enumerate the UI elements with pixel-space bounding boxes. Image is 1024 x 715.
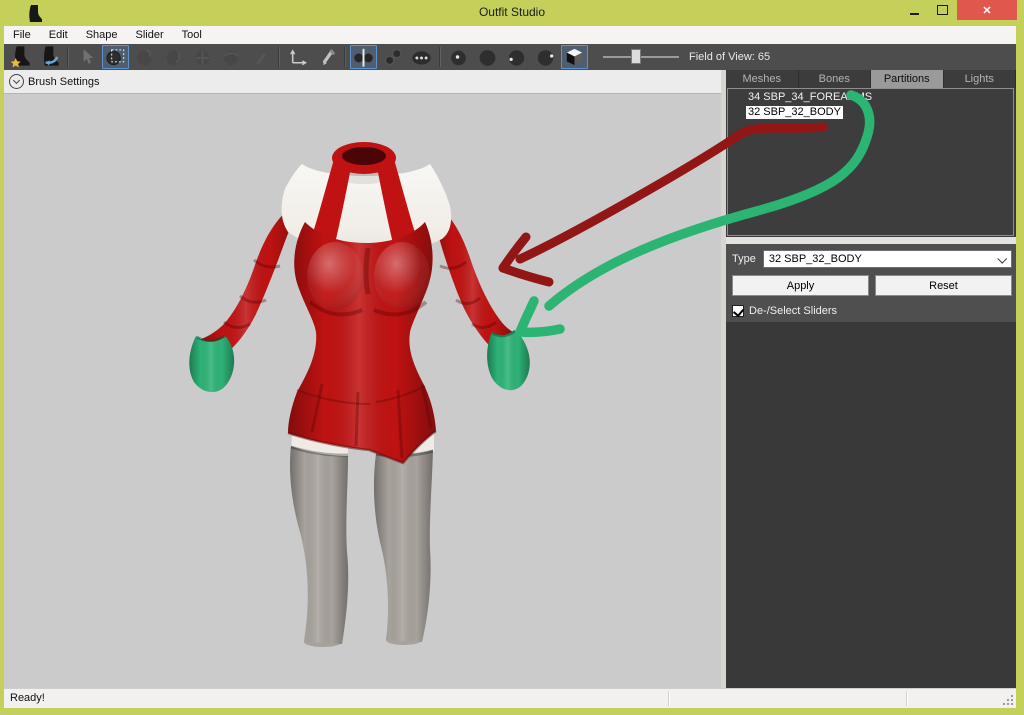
brush-focus-button[interactable] — [503, 45, 530, 69]
type-label: Type — [732, 253, 756, 265]
select-tool-button[interactable] — [73, 45, 100, 69]
reset-button[interactable]: Reset — [875, 275, 1012, 296]
panel-empty-area — [726, 322, 1016, 688]
type-dropdown-value: 32 SBP_32_BODY — [768, 253, 862, 265]
mask-brush-icon — [106, 49, 125, 66]
fov-slider-track — [603, 56, 679, 58]
brush-strength-icon — [479, 50, 496, 66]
mask-brush-button[interactable] — [102, 45, 129, 69]
right-panel: Meshes Bones Partitions Lights 34 SBP_34… — [726, 70, 1016, 688]
tab-meshes[interactable]: Meshes — [726, 70, 798, 88]
perspective-cube-icon — [566, 48, 583, 66]
window-title: Outfit Studio — [478, 5, 546, 19]
smooth-brush-button[interactable] — [218, 45, 245, 69]
global-brush-icon — [412, 51, 431, 65]
apply-button[interactable]: Apply — [732, 275, 869, 296]
move-brush-icon — [195, 50, 210, 66]
paint-brush-icon — [255, 50, 269, 65]
status-divider — [906, 691, 908, 706]
brush-focus-icon — [508, 50, 525, 66]
fov-label: Field of View: 65 — [689, 51, 771, 63]
partition-item-forearms[interactable]: 34 SBP_34_FOREARMS — [746, 91, 874, 104]
menu-bar: File Edit Shape Slider Tool — [4, 26, 1016, 44]
new-project-icon — [10, 46, 30, 68]
minimize-button[interactable] — [901, 0, 927, 20]
connected-vertices-icon — [385, 49, 402, 65]
brush-strength-button[interactable] — [474, 45, 501, 69]
pen-icon — [322, 49, 335, 66]
brush-spacing-button[interactable] — [532, 45, 559, 69]
menu-item-edit[interactable]: Edit — [40, 26, 77, 44]
tab-bones[interactable]: Bones — [798, 70, 870, 88]
deflate-brush-button[interactable] — [160, 45, 187, 69]
toolbar: Field of View: 65 — [4, 44, 1016, 70]
minimize-icon — [909, 13, 919, 15]
pivot-tool-button[interactable] — [313, 45, 340, 69]
chevron-down-icon — [9, 74, 24, 89]
resize-grip[interactable] — [1003, 695, 1014, 706]
x-mirror-button[interactable] — [350, 45, 377, 69]
titlebar[interactable]: Outfit Studio ✕ — [0, 0, 1024, 26]
select-sliders-label: De-/Select Sliders — [749, 305, 838, 317]
menu-item-tool[interactable]: Tool — [173, 26, 211, 44]
chevron-down-icon — [997, 253, 1008, 264]
status-text: Ready! — [10, 692, 45, 704]
brush-settings-header[interactable]: Brush Settings — [4, 70, 721, 94]
perspective-toggle-button[interactable] — [561, 45, 588, 69]
global-brush-button[interactable] — [408, 45, 435, 69]
list-splitter[interactable] — [726, 237, 1016, 244]
fov-slider-thumb[interactable] — [631, 49, 641, 64]
new-project-button[interactable] — [7, 45, 34, 69]
select-sliders-checkbox[interactable] — [732, 305, 744, 317]
neck-opening — [342, 147, 386, 165]
status-divider — [668, 691, 670, 706]
toolbar-separator — [67, 47, 69, 67]
transform-tool-button[interactable] — [284, 45, 311, 69]
close-icon: ✕ — [982, 4, 992, 17]
viewport-canvas[interactable]: Brush Settings — [4, 70, 721, 688]
outfit-studio-window: Outfit Studio ✕ File Edit Shape Slider T… — [0, 0, 1024, 715]
close-button[interactable]: ✕ — [957, 0, 1017, 20]
fov-slider[interactable] — [603, 49, 679, 65]
brush-settings-label: Brush Settings — [28, 75, 100, 88]
tab-partitions[interactable]: Partitions — [871, 70, 943, 88]
edit-connected-button[interactable] — [379, 45, 406, 69]
character-model — [189, 142, 530, 647]
brush-size-icon — [451, 50, 466, 66]
type-dropdown[interactable]: 32 SBP_32_BODY — [762, 250, 1012, 268]
paint-brush-button[interactable] — [247, 45, 274, 69]
main-area: Brush Settings Meshes Bones Partitions L… — [4, 70, 1016, 688]
partition-item-body[interactable]: 32 SBP_32_BODY — [746, 106, 843, 119]
panel-tabs: Meshes Bones Partitions Lights — [726, 70, 1016, 88]
transform-axes-icon — [290, 49, 308, 66]
mirror-icon — [354, 48, 373, 67]
status-bar: Ready! — [4, 688, 1016, 708]
brush-size-button[interactable] — [445, 45, 472, 69]
toolbar-separator — [344, 47, 346, 67]
inflate-brush-button[interactable] — [131, 45, 158, 69]
menu-item-slider[interactable]: Slider — [127, 26, 173, 44]
toolbar-separator — [278, 47, 280, 67]
tab-lights[interactable]: Lights — [943, 70, 1015, 88]
maximize-icon — [936, 5, 948, 15]
load-project-button[interactable] — [36, 45, 63, 69]
brush-spacing-icon — [537, 50, 554, 66]
toolbar-separator — [439, 47, 441, 67]
menu-item-file[interactable]: File — [4, 26, 40, 44]
smooth-brush-icon — [224, 50, 239, 66]
select-cursor-icon — [83, 49, 94, 64]
move-brush-button[interactable] — [189, 45, 216, 69]
partition-controls: Type 32 SBP_32_BODY Apply Reset De-/Sele… — [726, 244, 1016, 322]
menu-item-shape[interactable]: Shape — [77, 26, 127, 44]
partition-list[interactable]: 34 SBP_34_FOREARMS 32 SBP_32_BODY — [727, 88, 1014, 236]
deflate-brush-icon — [166, 50, 181, 66]
load-project-icon — [44, 46, 59, 66]
maximize-button[interactable] — [929, 0, 955, 20]
inflate-brush-icon — [137, 49, 152, 66]
